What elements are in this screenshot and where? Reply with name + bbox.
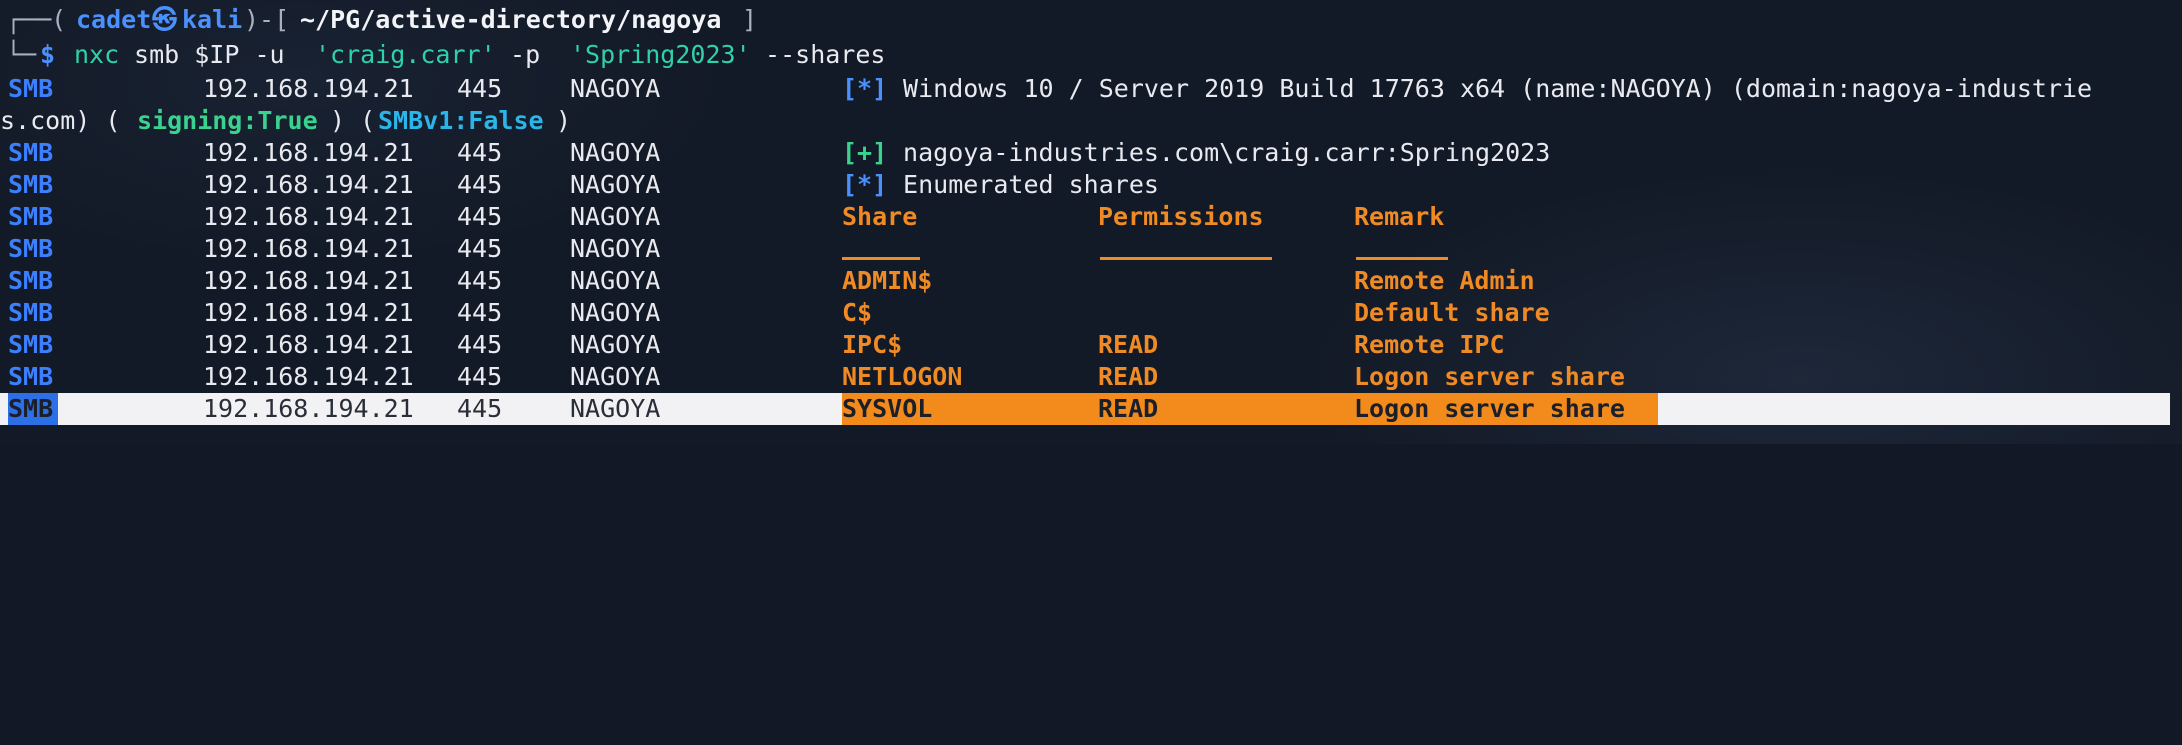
share-name: IPC$: [842, 330, 903, 359]
proto-label: SMB: [8, 234, 54, 263]
prompt-corner-bottom: └─: [6, 40, 37, 69]
info-marker: [*]: [842, 74, 888, 103]
prompt-host: kali: [182, 5, 243, 34]
hostname: NAGOYA: [570, 170, 661, 199]
command-name: nxc: [74, 40, 120, 69]
hostname: NAGOYA: [570, 202, 661, 231]
share-permission: READ: [1098, 330, 1159, 359]
separator-share: [842, 257, 920, 260]
info-text: Windows 10 / Server 2019 Build 17763 x64…: [888, 74, 2093, 103]
ip-address: 192.168.194.21: [203, 330, 414, 359]
share-permission: READ: [1098, 362, 1159, 391]
proto-label: SMB: [8, 170, 54, 199]
enum-text: Enumerated shares: [888, 170, 1159, 199]
hostname: NAGOYA: [570, 138, 661, 167]
port: 445: [457, 266, 503, 295]
share-remark: Remote IPC: [1354, 330, 1505, 359]
port: 445: [457, 74, 503, 103]
output-info-wrap-line: s.com) ( signing:True ) ( SMBv1:False ): [0, 105, 2182, 137]
table-separator-row: SMB 192.168.194.21 445 NAGOYA: [0, 233, 2182, 265]
port: 445: [457, 362, 503, 391]
ip-address: 192.168.194.21: [203, 234, 414, 263]
proto-label: SMB: [8, 266, 54, 295]
share-remark: Logon server share: [1354, 394, 1625, 423]
share-remark: Remote Admin: [1354, 266, 1535, 295]
port: 445: [457, 330, 503, 359]
command-pw-flag: -p: [495, 40, 556, 69]
command-user-arg: 'craig.carr': [315, 40, 496, 69]
prompt-close: ]: [742, 5, 758, 34]
wrap-start: s.com) (: [0, 106, 121, 135]
port: 445: [457, 234, 503, 263]
prompt-corner: ┌──(: [6, 5, 67, 34]
command-pw-arg: 'Spring2023': [570, 40, 751, 69]
header-remark: Remark: [1354, 202, 1445, 231]
terminal-window[interactable]: ┌──( cadet ㉿ kali )-[ ~/PG/active-direct…: [0, 0, 2182, 444]
separator-permissions: [1100, 257, 1272, 260]
prompt-sep: )-[: [244, 5, 290, 34]
share-name: C$: [842, 298, 873, 327]
prompt-dollar: $: [40, 40, 56, 69]
proto-label: SMB: [8, 362, 54, 391]
table-row: SMB 192.168.194.21 445 NAGOYA ADMIN$ Rem…: [0, 265, 2182, 297]
share-remark: Default share: [1354, 298, 1550, 327]
hostname: NAGOYA: [570, 362, 661, 391]
proto-label: SMB: [8, 298, 54, 327]
port: 445: [457, 202, 503, 231]
share-name: ADMIN$: [842, 266, 933, 295]
ip-address: 192.168.194.21: [203, 170, 414, 199]
wrap-mid: ) (: [330, 106, 376, 135]
output-info-line: SMB 192.168.194.21 445 NAGOYA [*] Window…: [0, 73, 2182, 105]
hostname: NAGOYA: [570, 330, 661, 359]
output-auth-line: SMB 192.168.194.21 445 NAGOYA [+] nagoya…: [0, 137, 2182, 169]
command-shares-flag: --shares: [750, 40, 886, 69]
prompt-at-icon: ㉿: [152, 5, 178, 34]
hostname: NAGOYA: [570, 298, 661, 327]
table-row: SMB 192.168.194.21 445 NAGOYA C$ Default…: [0, 297, 2182, 329]
port: 445: [457, 170, 503, 199]
wrap-end: ): [556, 106, 572, 135]
header-permissions: Permissions: [1098, 202, 1264, 231]
proto-label: SMB: [8, 74, 54, 103]
table-row: SMB 192.168.194.21 445 NAGOYA NETLOGON R…: [0, 361, 2182, 393]
enum-marker: [*]: [842, 170, 888, 199]
ip-address: 192.168.194.21: [203, 74, 414, 103]
port: 445: [457, 394, 503, 423]
smbv1-flag: SMBv1:False: [378, 106, 544, 135]
port: 445: [457, 298, 503, 327]
ip-address: 192.168.194.21: [203, 298, 414, 327]
command-args: smb $IP -u: [119, 40, 300, 69]
command-line[interactable]: └─ $ nxc smb $IP -u 'craig.carr' -p 'Spr…: [0, 39, 2182, 71]
ip-address: 192.168.194.21: [203, 394, 414, 423]
port: 445: [457, 138, 503, 167]
hostname: NAGOYA: [570, 394, 661, 423]
header-share: Share: [842, 202, 918, 231]
hostname: NAGOYA: [570, 266, 661, 295]
separator-remark: [1356, 257, 1448, 260]
hostname: NAGOYA: [570, 74, 661, 103]
proto-label: SMB: [8, 138, 54, 167]
auth-marker: [+]: [842, 138, 888, 167]
signing-flag: signing:True: [137, 106, 318, 135]
table-header-row: SMB 192.168.194.21 445 NAGOYA Share Perm…: [0, 201, 2182, 233]
output-enum-line: SMB 192.168.194.21 445 NAGOYA [*] Enumer…: [0, 169, 2182, 201]
proto-label: SMB: [8, 394, 54, 423]
ip-address: 192.168.194.21: [203, 362, 414, 391]
table-row-selected[interactable]: SMB 192.168.194.21 445 NAGOYA SYSVOL REA…: [0, 393, 2170, 425]
ip-address: 192.168.194.21: [203, 202, 414, 231]
hostname: NAGOYA: [570, 234, 661, 263]
share-permission: READ: [1098, 394, 1159, 423]
prompt-user: cadet: [76, 5, 152, 34]
share-remark: Logon server share: [1354, 362, 1625, 391]
table-row: SMB 192.168.194.21 445 NAGOYA IPC$ READ …: [0, 329, 2182, 361]
auth-text: nagoya-industries.com\craig.carr:Spring2…: [888, 138, 1551, 167]
ip-address: 192.168.194.21: [203, 266, 414, 295]
prompt-line-1: ┌──( cadet ㉿ kali )-[ ~/PG/active-direct…: [0, 4, 2182, 36]
prompt-path: ~/PG/active-directory/nagoya: [300, 5, 722, 34]
ip-address: 192.168.194.21: [203, 138, 414, 167]
proto-label: SMB: [8, 202, 54, 231]
share-name: NETLOGON: [842, 362, 963, 391]
share-name: SYSVOL: [842, 394, 933, 423]
proto-label: SMB: [8, 330, 54, 359]
